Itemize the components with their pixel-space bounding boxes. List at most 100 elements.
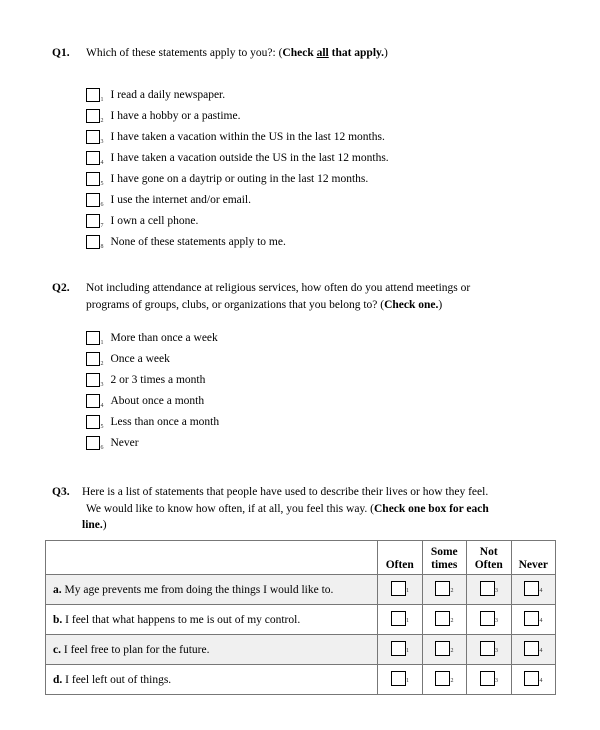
question-q2-label: Q2. (52, 282, 70, 294)
grid-statement-d: d. I feel left out of things. (45, 664, 378, 695)
grid-statement-text: I feel that what happens to me is out of… (65, 613, 301, 626)
checkbox-icon[interactable] (479, 610, 495, 626)
option-label: Never (110, 436, 139, 449)
checkbox-icon[interactable] (524, 640, 539, 656)
grid-cell-a-sometimes[interactable]: 2 (421, 574, 467, 605)
option-number: 1 (406, 617, 409, 624)
checkbox-icon[interactable] (390, 670, 406, 686)
option-number: 2 (100, 118, 104, 124)
checkbox-wrap: 1 (390, 670, 409, 686)
question-q1-options: 1 I read a daily newspaper. 2 I have a h… (86, 84, 389, 252)
option-q2-2[interactable]: 2 Once a week (86, 348, 219, 369)
grid-cell-a-not-often[interactable]: 3 (466, 574, 512, 605)
option-number: 6 (100, 202, 104, 208)
grid-cell-a-often[interactable]: 1 (377, 574, 423, 605)
q2-line2-bold: Check one. (384, 298, 439, 311)
option-number: 4 (539, 617, 543, 624)
q1-text-before: Which of these statements apply to you?:… (86, 47, 283, 59)
checkbox-wrap: 3 (479, 640, 498, 656)
option-q2-3[interactable]: 3 2 or 3 times a month (86, 369, 219, 390)
checkbox-icon[interactable] (86, 213, 100, 228)
checkbox-icon[interactable] (435, 580, 450, 596)
checkbox-icon[interactable] (524, 610, 539, 626)
option-q2-4[interactable]: 4 About once a month (86, 390, 219, 411)
option-number: 2 (450, 587, 454, 594)
checkbox-icon[interactable] (435, 670, 450, 686)
q2-line1: Not including attendance at religious se… (86, 282, 471, 294)
option-number: 3 (495, 617, 498, 624)
response-grid: Often Some times Not Often Never a. My age… (45, 540, 556, 695)
option-q1-7[interactable]: 7 I own a cell phone. (86, 210, 389, 231)
option-number: 1 (406, 587, 409, 594)
grid-header-row: Often Some times Not Often Never (45, 540, 556, 575)
checkbox-icon[interactable] (86, 129, 100, 144)
checkbox-wrap: 2 (435, 610, 454, 626)
grid-cell-b-often[interactable]: 1 (377, 604, 423, 635)
option-q1-4[interactable]: 4 I have taken a vacation outside the US… (86, 147, 389, 168)
grid-header-never: Never (510, 540, 556, 575)
grid-cell-c-never[interactable]: 4 (510, 634, 556, 665)
grid-cell-c-often[interactable]: 1 (377, 634, 423, 665)
checkbox-icon[interactable] (435, 640, 450, 656)
checkbox-wrap: 4 (524, 640, 543, 656)
option-q1-1[interactable]: 1 I read a daily newspaper. (86, 84, 389, 105)
checkbox-icon[interactable] (86, 435, 100, 450)
option-q1-8[interactable]: 8 None of these statements apply to me. (86, 231, 389, 252)
q1-bold-before: Check (282, 47, 317, 59)
grid-cell-d-sometimes[interactable]: 2 (421, 664, 467, 695)
grid-cell-b-never[interactable]: 4 (510, 604, 556, 635)
question-q1: Q1. Which of these statements apply to y… (52, 45, 552, 62)
grid-cell-b-not-often[interactable]: 3 (466, 604, 512, 635)
option-label: 2 or 3 times a month (110, 373, 206, 386)
option-q1-5[interactable]: 5 I have gone on a daytrip or outing in … (86, 168, 389, 189)
option-number: 4 (539, 587, 543, 594)
grid-cell-c-not-often[interactable]: 3 (466, 634, 512, 665)
checkbox-icon[interactable] (524, 670, 539, 686)
checkbox-icon[interactable] (390, 580, 406, 596)
checkbox-icon[interactable] (86, 192, 100, 207)
checkbox-icon[interactable] (86, 330, 100, 345)
checkbox-icon[interactable] (86, 150, 100, 165)
checkbox-icon[interactable] (86, 87, 100, 102)
option-q2-1[interactable]: 1 More than once a week (86, 327, 219, 348)
checkbox-icon[interactable] (479, 670, 495, 686)
q3-line3-bold: line. (82, 519, 103, 531)
checkbox-icon[interactable] (390, 640, 406, 656)
checkbox-icon[interactable] (479, 580, 495, 596)
grid-cell-c-sometimes[interactable]: 2 (421, 634, 467, 665)
grid-header-never-label: Never (518, 559, 548, 571)
checkbox-icon[interactable] (86, 414, 100, 429)
option-q2-5[interactable]: 5 Less than once a month (86, 411, 219, 432)
option-number: 4 (100, 160, 104, 166)
grid-cell-d-not-often[interactable]: 3 (466, 664, 512, 695)
q3-line2-before: We would like to know how often, if at a… (86, 502, 374, 515)
checkbox-wrap: 3 (479, 670, 498, 686)
checkbox-icon[interactable] (86, 372, 100, 387)
option-label: I read a daily newspaper. (110, 88, 226, 101)
checkbox-icon[interactable] (86, 351, 100, 366)
grid-header-blank (45, 540, 378, 575)
grid-cell-d-never[interactable]: 4 (510, 664, 556, 695)
checkbox-icon[interactable] (86, 108, 100, 123)
question-q3: Q3. Here is a list of statements that pe… (52, 484, 562, 534)
option-q1-2[interactable]: 2 I have a hobby or a pastime. (86, 105, 389, 126)
checkbox-icon[interactable] (86, 234, 100, 249)
option-label: I have a hobby or a pastime. (110, 109, 241, 122)
option-q2-6[interactable]: 6 Never (86, 432, 219, 453)
checkbox-wrap: 1 (390, 610, 409, 626)
checkbox-icon[interactable] (86, 171, 100, 186)
checkbox-wrap: 3 (479, 580, 498, 596)
checkbox-icon[interactable] (479, 640, 495, 656)
grid-cell-a-never[interactable]: 4 (510, 574, 556, 605)
checkbox-icon[interactable] (390, 610, 406, 626)
option-label: I use the internet and/or email. (110, 193, 252, 206)
question-q3-text: Here is a list of statements that people… (82, 484, 562, 534)
checkbox-icon[interactable] (86, 393, 100, 408)
option-q1-6[interactable]: 6 I use the internet and/or email. (86, 189, 389, 210)
checkbox-wrap: 4 (524, 580, 543, 596)
option-q1-3[interactable]: 3 I have taken a vacation within the US … (86, 126, 389, 147)
checkbox-icon[interactable] (435, 610, 450, 626)
checkbox-icon[interactable] (524, 580, 539, 596)
grid-cell-d-often[interactable]: 1 (377, 664, 423, 695)
grid-cell-b-sometimes[interactable]: 2 (421, 604, 467, 635)
